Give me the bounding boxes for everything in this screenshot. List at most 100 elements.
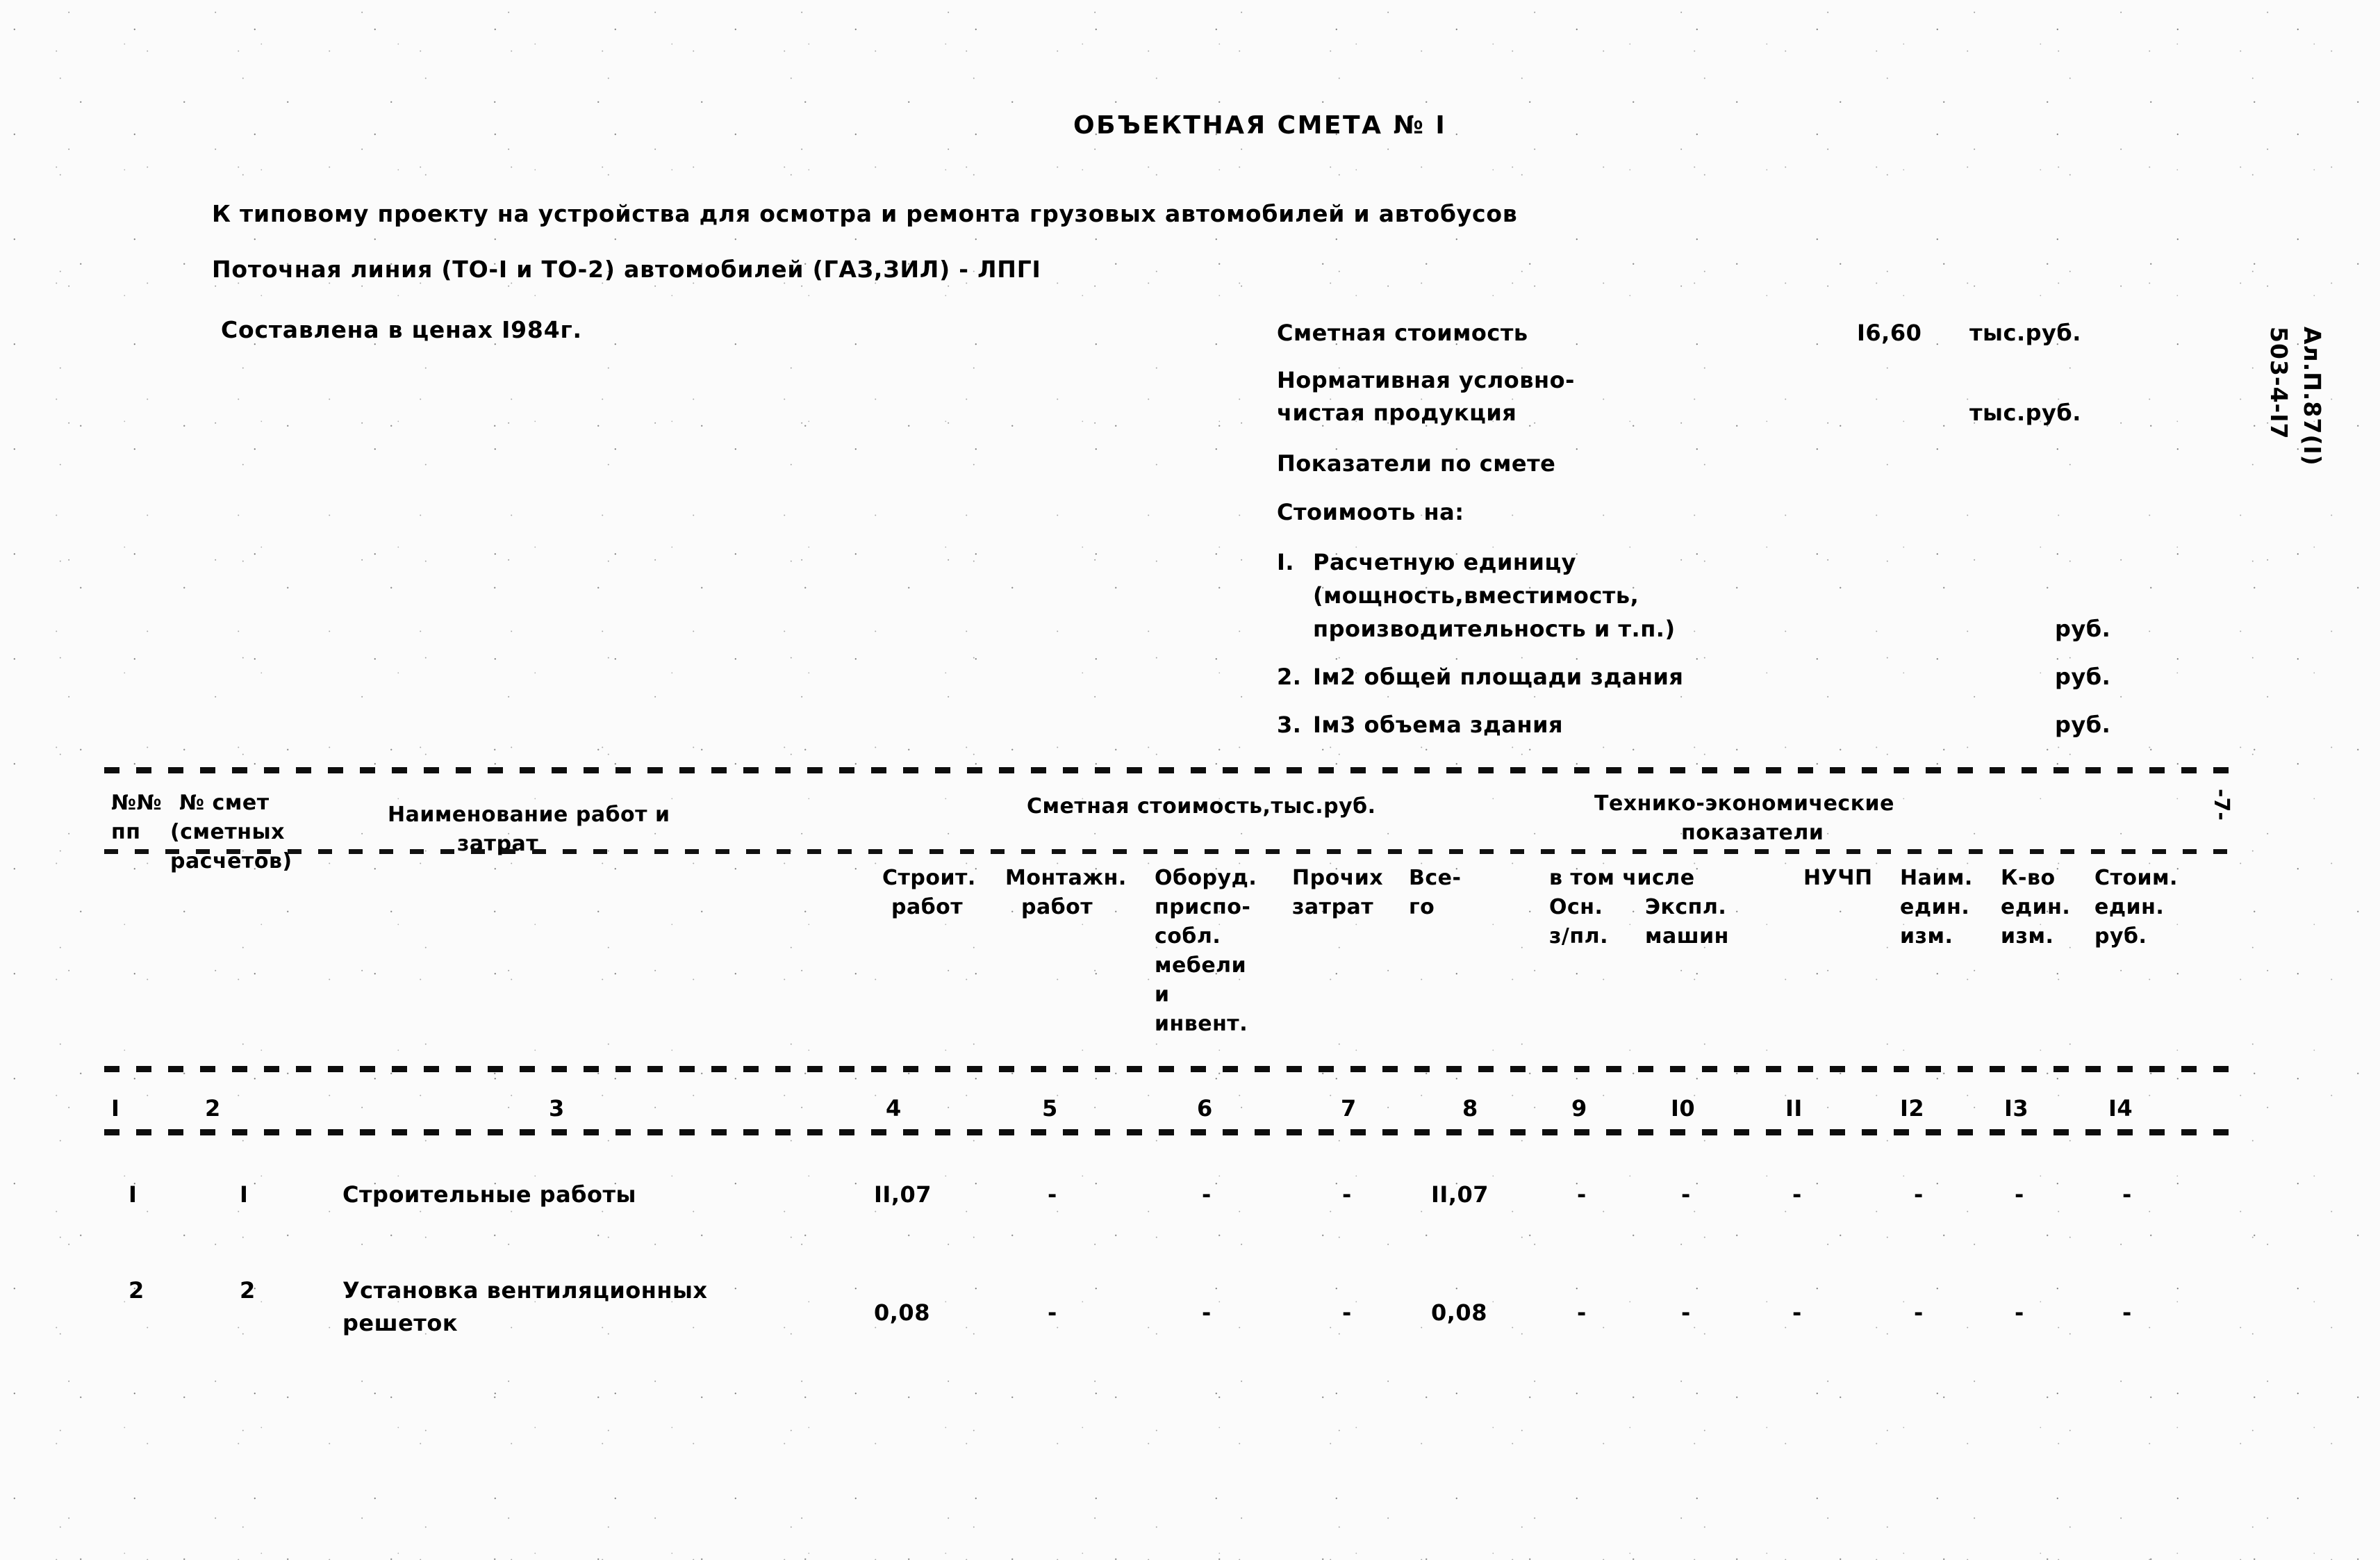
column-number-8: 8 <box>1462 1095 1478 1122</box>
column-header-oborud-line-4: мебели <box>1155 953 1247 978</box>
column-header-naim-ed-line-3: изм. <box>1900 924 1953 949</box>
table-row: решеток <box>342 1310 458 1336</box>
column-number-1: I <box>111 1095 120 1122</box>
nucp-label-line-1: Нормативная условно- <box>1277 367 1575 393</box>
column-header-vsego-line-1: Все- <box>1409 866 1462 890</box>
table-row: II,07 <box>874 1181 932 1208</box>
table-header-bottom-rule <box>104 1066 2233 1072</box>
column-header-pp-line-1: №№ <box>111 791 163 815</box>
column-header-naim-ed-line-1: Наим. <box>1900 866 1973 890</box>
table-row: 2 <box>240 1277 256 1304</box>
column-number-2: 2 <box>205 1095 221 1122</box>
nucp-label-line-2: чистая продукция <box>1277 400 1517 426</box>
column-header-oborud-line-6: инвент. <box>1155 1012 1248 1036</box>
table-top-rule <box>104 767 2233 773</box>
group-header-included: в том числе <box>1549 866 1695 890</box>
table-row: - <box>2122 1181 2132 1208</box>
column-header-osn-zpl-line-2: з/пл. <box>1549 924 1608 949</box>
column-header-prochih-line-1: Прочих <box>1292 866 1384 890</box>
column-header-naim-ed-line-2: един. <box>1900 895 1970 919</box>
table-row: 0,08 <box>1431 1299 1487 1326</box>
table-row: - <box>1202 1299 1212 1326</box>
column-header-stoim-ed-line-3: руб. <box>2094 924 2147 949</box>
column-header-stroit-line-2: работ <box>891 895 964 919</box>
column-header-stoim-ed-line-1: Стоим. <box>2094 866 2178 890</box>
summary-item-1-text-line-3: производительность и т.п.) <box>1313 616 1676 642</box>
table-group-rule <box>104 849 2233 854</box>
summary-item-3-number: 3. <box>1277 712 1302 738</box>
column-header-oborud-line-1: Оборуд. <box>1155 866 1257 890</box>
table-row: 2 <box>129 1277 144 1304</box>
table-row: - <box>2015 1299 2024 1326</box>
column-number-9: 9 <box>1571 1095 1587 1122</box>
estimate-cost-label: Сметная стоимость <box>1277 320 1528 346</box>
table-row: II,07 <box>1431 1181 1489 1208</box>
estimate-cost-value: I6,60 <box>1857 320 1922 346</box>
summary-item-2-unit: руб. <box>2055 664 2111 690</box>
indicators-label: Показатели по смете <box>1277 450 1556 477</box>
group-header-cost: Сметная стоимость,тыс.руб. <box>1027 794 1376 819</box>
column-header-eksp-mash-line-2: машин <box>1645 924 1729 949</box>
table-row: - <box>1048 1181 1057 1208</box>
column-number-14: I4 <box>2108 1095 2133 1122</box>
page-title: ОБЪЕКТНАЯ СМЕТА № I <box>1073 111 1447 140</box>
summary-item-1-text-line-1: Расчетную единицу <box>1313 549 1577 575</box>
column-header-kvo-ed-line-3: изм. <box>2001 924 2054 949</box>
column-header-eksp-mash-line-1: Экспл. <box>1645 895 1727 919</box>
column-header-montazh-line-2: работ <box>1021 895 1093 919</box>
table-row: - <box>1792 1181 1802 1208</box>
table-row: I <box>129 1181 138 1208</box>
column-header-vsego-line-2: го <box>1409 895 1435 919</box>
column-number-3: 3 <box>549 1095 565 1122</box>
column-header-kvo-ed-line-2: един. <box>2001 895 2071 919</box>
summary-item-2-number: 2. <box>1277 664 1302 690</box>
column-header-name-line-1: Наименование работ и <box>388 803 670 827</box>
column-header-prochih-line-2: затрат <box>1292 895 1374 919</box>
margin-stamp-line-2: Ал.П.87(I) <box>2299 327 2326 466</box>
column-header-osn-zpl-line-1: Осн. <box>1549 895 1603 919</box>
table-row: - <box>1048 1299 1057 1326</box>
prices-note: Составлена в ценах I984г. <box>221 316 582 343</box>
column-header-oborud-line-2: приспо- <box>1155 895 1251 919</box>
column-header-montazh-line-1: Монтажн. <box>1005 866 1127 890</box>
column-header-kvo-ed-line-1: К-во <box>2001 866 2056 890</box>
table-numbers-bottom-rule <box>104 1129 2233 1135</box>
page-number-mark: -7- <box>2209 789 2233 821</box>
group-header-tech-line-1: Технико-экономические <box>1594 791 1894 816</box>
margin-stamp-line-1: 503-4-I7 <box>2265 327 2292 440</box>
column-header-stoim-ed-line-2: един. <box>2094 895 2165 919</box>
column-header-nuchp: НУЧП <box>1803 866 1873 890</box>
summary-item-1-text-line-2: (мощность,вместимость, <box>1313 582 1639 609</box>
table-row: - <box>1914 1181 1924 1208</box>
table-row: - <box>1681 1181 1691 1208</box>
column-number-12: I2 <box>1900 1095 1925 1122</box>
table-row: 0,08 <box>874 1299 930 1326</box>
column-header-pp-line-2: пп <box>111 820 141 844</box>
summary-item-3-unit: руб. <box>2055 712 2111 738</box>
column-number-7: 7 <box>1341 1095 1357 1122</box>
column-header-stroit-line-1: Строит. <box>882 866 976 890</box>
column-header-oborud-line-5: и <box>1155 983 1170 1007</box>
estimate-cost-unit: тыс.руб. <box>1969 320 2081 346</box>
table-row: - <box>1792 1299 1802 1326</box>
column-header-smeta-line-2: (сметных <box>170 820 285 844</box>
summary-item-1-unit: руб. <box>2055 616 2111 642</box>
summary-item-3-text-line-1: Iм3 объема здания <box>1313 712 1564 738</box>
column-number-4: 4 <box>886 1095 902 1122</box>
column-number-10: I0 <box>1671 1095 1696 1122</box>
table-row: Установка вентиляционных <box>342 1277 708 1304</box>
column-number-6: 6 <box>1197 1095 1213 1122</box>
summary-item-1-number: I. <box>1277 549 1295 575</box>
subtitle-line-2: Поточная линия (ТО-I и ТО-2) автомобилей… <box>212 256 1041 283</box>
table-row: - <box>2015 1181 2024 1208</box>
group-header-tech-line-2: показатели <box>1681 821 1824 845</box>
table-row: - <box>1342 1299 1352 1326</box>
table-row: Строительные работы <box>342 1181 636 1208</box>
column-number-11: II <box>1785 1095 1803 1122</box>
table-row: - <box>1681 1299 1691 1326</box>
summary-item-2-text-line-1: Iм2 общей площади здания <box>1313 664 1684 690</box>
subtitle-line-1: К типовому проекту на устройства для осм… <box>212 200 1518 227</box>
table-row: - <box>1202 1181 1212 1208</box>
column-number-13: I3 <box>2004 1095 2029 1122</box>
cost-per-label: Стоимооть на: <box>1277 499 1464 525</box>
